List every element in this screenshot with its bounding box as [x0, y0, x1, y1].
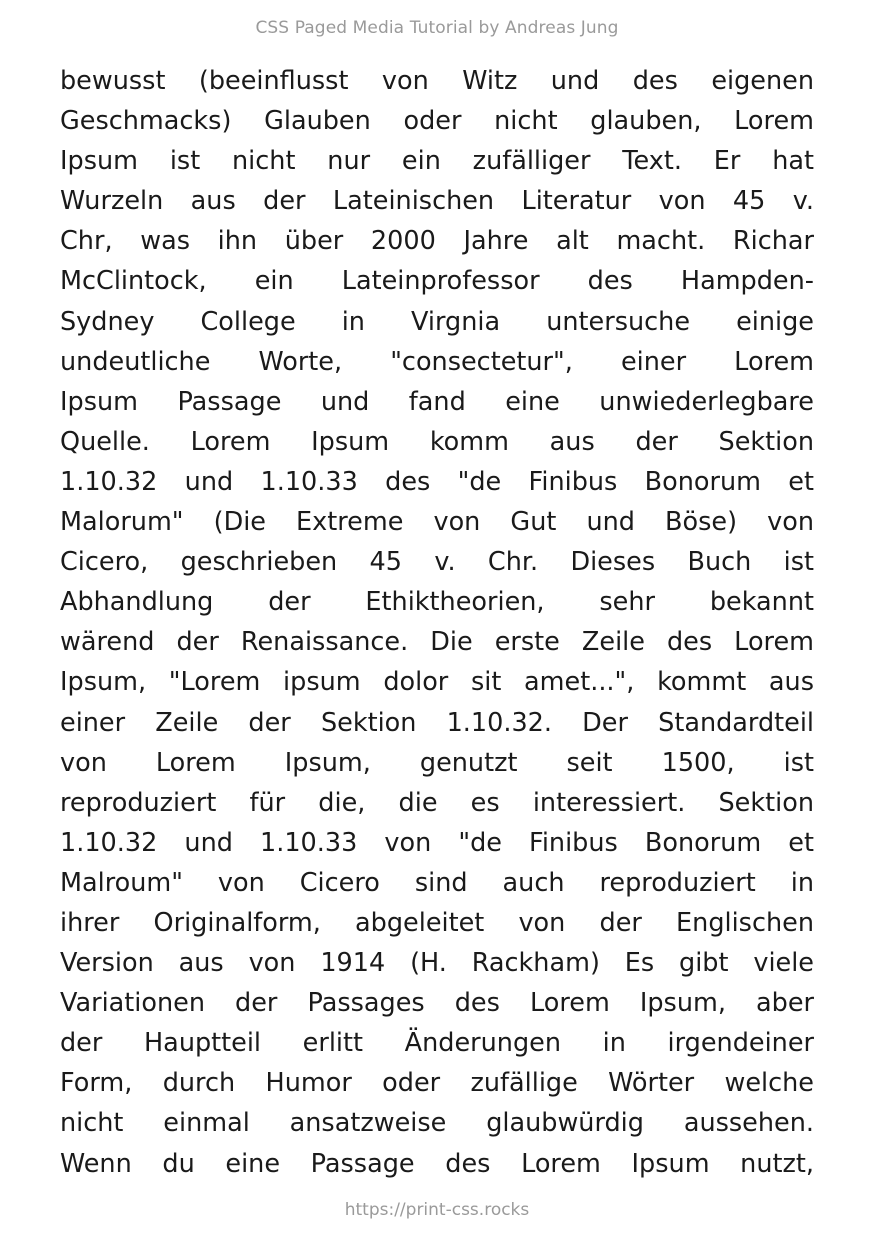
- text-line: nicht einmal ansatzweise glaubwürdig aus…: [60, 1108, 814, 1139]
- text-line: Ipsum ist nicht nur ein zufälliger Text.…: [60, 146, 814, 177]
- text-line: 1.10.32 und 1.10.33 von "de Finibus Bono…: [60, 827, 814, 858]
- running-header: CSS Paged Media Tutorial by Andreas Jung: [255, 18, 619, 38]
- text-line: bewusst (beeinflusst von Witz und des ei…: [60, 66, 814, 96]
- text-line: Malorum" (Die Extreme von Gut und Böse) …: [60, 507, 814, 538]
- text-line: Geschmacks) Glauben oder nicht glauben, …: [60, 106, 814, 137]
- text-line: McClintock, ein Lateinprofessor des Hamp…: [60, 266, 814, 297]
- text-line: Wurzeln aus der Lateinischen Literatur v…: [60, 186, 814, 217]
- text-line: Sydney College in Virgnia untersuche ein…: [60, 306, 814, 337]
- text-line: 1.10.32 und 1.10.33 des "de Finibus Bono…: [60, 466, 814, 497]
- text-line: ihrer Originalform, abgeleitet von der E…: [60, 907, 814, 938]
- body-text: bewusst (beeinflusst von Witz und des ei…: [60, 61, 814, 1184]
- text-line: der Hauptteil erlitt Änderungen in irgen…: [60, 1028, 814, 1059]
- text-line: Abhandlung der Ethiktheorien, sehr bekan…: [60, 587, 814, 618]
- text-line: undeutliche Worte, "consectetur", einer …: [60, 346, 814, 377]
- text-line: wärend der Renaissance. Die erste Zeile …: [60, 627, 814, 658]
- text-line: Version aus von 1914 (H. Rackham) Es gib…: [60, 948, 814, 979]
- footer-url: https://print-css.rocks: [344, 1200, 530, 1220]
- text-line: Wenn du eine Passage des Lorem Ipsum nut…: [60, 1148, 814, 1179]
- text-line: Variationen der Passages des Lorem Ipsum…: [60, 988, 814, 1019]
- text-line: Form, durch Humor oder zufällige Wörter …: [60, 1068, 814, 1099]
- text-line: reproduziert für die, die es interessier…: [60, 787, 814, 818]
- document-page: CSS Paged Media Tutorial by Andreas Jung…: [0, 0, 874, 1240]
- text-line: von Lorem Ipsum, genutzt seit 1500, ist: [60, 747, 814, 778]
- text-line: Quelle. Lorem Ipsum komm aus der Sektion: [60, 426, 814, 457]
- text-line: Chr, was ihn über 2000 Jahre alt macht. …: [60, 226, 814, 257]
- text-line: Ipsum, "Lorem ipsum dolor sit amet...", …: [60, 667, 814, 698]
- text-line: Malroum" von Cicero sind auch reproduzie…: [60, 867, 814, 898]
- text-line: einer Zeile der Sektion 1.10.32. Der Sta…: [60, 707, 814, 738]
- text-line: Cicero, geschrieben 45 v. Chr. Dieses Bu…: [60, 547, 814, 578]
- text-line: Ipsum Passage und fand eine unwiederlegb…: [60, 386, 814, 417]
